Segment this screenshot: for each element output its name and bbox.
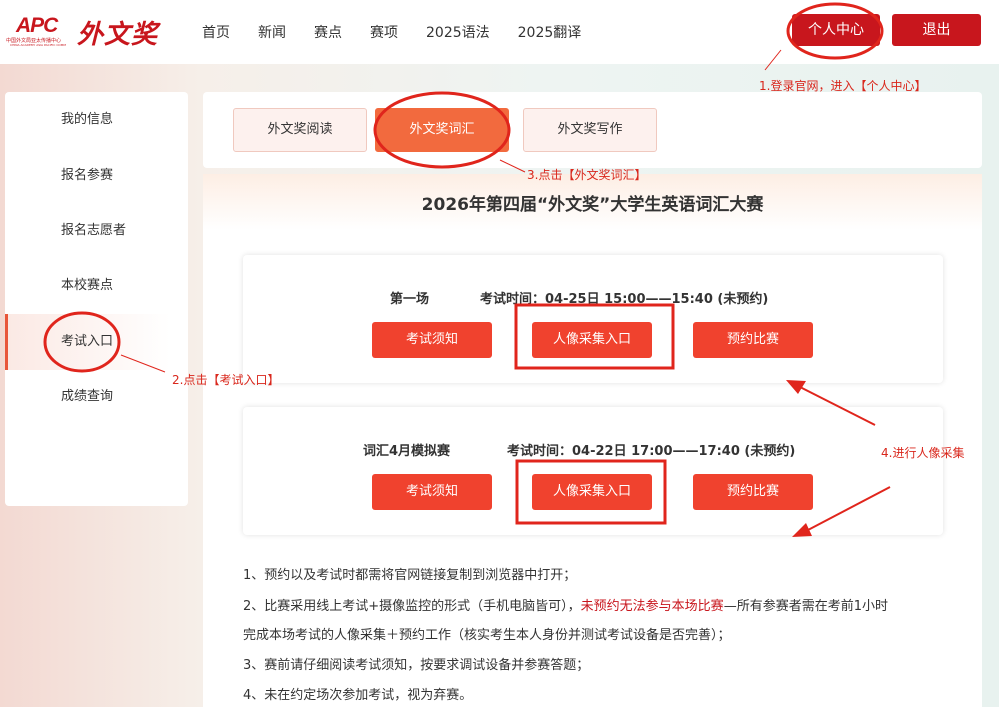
note-2-warning: 未预约无法参与本场比赛	[580, 599, 724, 614]
nav-events[interactable]: 赛项	[370, 22, 398, 42]
tab-writing[interactable]: 外文奖写作	[523, 108, 657, 152]
site-logo[interactable]: 外文奖	[77, 14, 158, 51]
sidebar-item-school-venue[interactable]: 本校赛点	[5, 258, 188, 314]
exam-time: 考试时间：04-22日 17:00——17:40 (未预约)	[507, 444, 796, 459]
note-2-continued: 完成本场考试的人像采集＋预约工作（核实考生本人身份并测试考试设备是否完善）；	[243, 628, 731, 643]
apc-logo-subtitle-en: CHINA ACADEMY ASIA PACIFIC COMM	[10, 43, 66, 47]
annotation-step-3: 3.点击【外文奖词汇】	[527, 168, 647, 182]
nav-translation-2025[interactable]: 2025翻译	[518, 22, 582, 42]
exam-card: 词汇4月模拟赛 考试时间：04-22日 17:00——17:40 (未预约) 考…	[243, 407, 943, 535]
annotation-step-2: 2.点击【考试入口】	[172, 373, 280, 387]
face-capture-button[interactable]: 人像采集入口	[532, 322, 652, 358]
reserve-exam-button[interactable]: 预约比赛	[693, 322, 813, 358]
note-2-text-end: —所有参赛者需在考前1小时	[723, 599, 888, 614]
annotation-step-4: 4.进行人像采集	[881, 446, 965, 460]
exam-name: 词汇4月模拟赛	[363, 444, 451, 459]
main-nav: 首页 新闻 赛点 赛项 2025语法 2025翻译	[202, 22, 609, 42]
nav-home[interactable]: 首页	[202, 22, 230, 42]
logout-button[interactable]: 退出	[892, 14, 981, 46]
nav-venues[interactable]: 赛点	[314, 22, 342, 42]
exam-time: 考试时间：04-25日 15:00——15:40 (未预约)	[480, 292, 769, 307]
sidebar-item-volunteer[interactable]: 报名志愿者	[5, 203, 188, 259]
main-panel: 2026年第四届“外文奖”大学生英语词汇大赛 第一场 考试时间：04-25日 1…	[203, 174, 982, 707]
header: APC 中国外文局亚太传播中心 CHINA ACADEMY ASIA PACIF…	[0, 0, 999, 64]
face-capture-button[interactable]: 人像采集入口	[532, 474, 652, 510]
sidebar-item-exam-entry[interactable]: 考试入口	[5, 314, 188, 370]
apc-logo[interactable]: APC 中国外文局亚太传播中心 CHINA ACADEMY ASIA PACIF…	[6, 14, 68, 48]
reserve-exam-button[interactable]: 预约比赛	[693, 474, 813, 510]
note-3: 3、赛前请仔细阅读考试须知，按要求调试设备并参赛答题；	[243, 658, 590, 673]
nav-grammar-2025[interactable]: 2025语法	[426, 22, 490, 42]
tab-reading[interactable]: 外文奖阅读	[233, 108, 367, 152]
annotation-step-1: 1.登录官网，进入【个人中心】	[759, 79, 927, 93]
sidebar: 我的信息 报名参赛 报名志愿者 本校赛点 考试入口 成绩查询	[5, 92, 188, 506]
sidebar-item-scores[interactable]: 成绩查询	[5, 369, 188, 425]
note-2-text: 2、比赛采用线上考试+摄像监控的形式（手机电脑皆可），	[243, 599, 581, 614]
competition-tabs: 外文奖阅读 外文奖词汇 外文奖写作	[203, 92, 982, 168]
nav-news[interactable]: 新闻	[258, 22, 286, 42]
note-4: 4、未在约定场次参加考试，视为弃赛。	[243, 688, 473, 703]
note-2: 2、比赛采用线上考试+摄像监控的形式（手机电脑皆可），未预约无法参与本场比赛—所…	[243, 595, 888, 614]
sidebar-item-my-info[interactable]: 我的信息	[5, 92, 188, 148]
tab-vocabulary[interactable]: 外文奖词汇	[375, 108, 509, 152]
exam-card: 第一场 考试时间：04-25日 15:00——15:40 (未预约) 考试须知 …	[243, 255, 943, 383]
page-title: 2026年第四届“外文奖”大学生英语词汇大赛	[421, 195, 764, 215]
sidebar-item-register[interactable]: 报名参赛	[5, 148, 188, 204]
user-center-button[interactable]: 个人中心	[792, 14, 880, 46]
exam-notice-button[interactable]: 考试须知	[372, 322, 492, 358]
note-1: 1、预约以及考试时都需将官网链接复制到浏览器中打开；	[243, 568, 577, 583]
apc-logo-text: APC	[16, 14, 58, 37]
exam-notice-button[interactable]: 考试须知	[372, 474, 492, 510]
exam-name: 第一场	[390, 292, 430, 307]
